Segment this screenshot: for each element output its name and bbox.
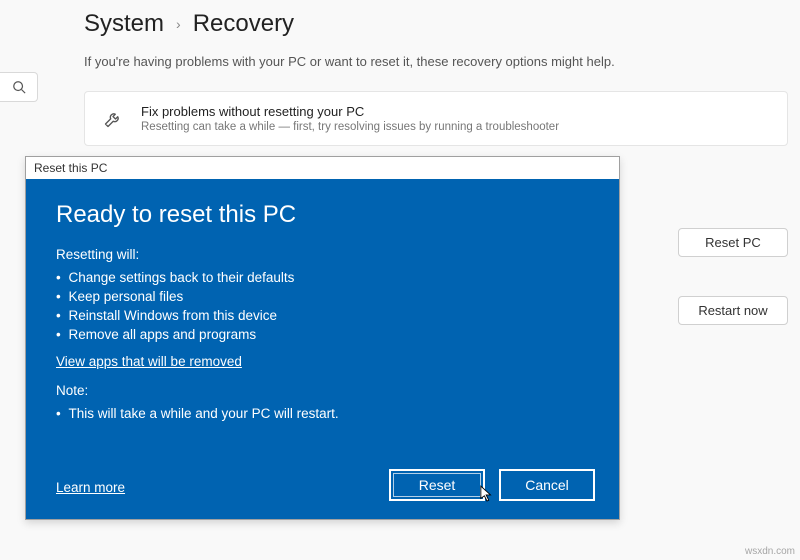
breadcrumb-current: Recovery <box>193 10 294 38</box>
dialog-body: Ready to reset this PC Resetting will: C… <box>26 179 619 519</box>
fix-problems-card[interactable]: Fix problems without resetting your PC R… <box>84 91 788 146</box>
card-desc: Resetting can take a while — first, try … <box>141 121 769 133</box>
note-label: Note: <box>56 383 589 398</box>
dialog-heading: Ready to reset this PC <box>56 201 589 229</box>
resetting-label: Resetting will: <box>56 247 589 262</box>
breadcrumb: System › Recovery <box>84 10 800 38</box>
view-apps-link[interactable]: View apps that will be removed <box>56 354 242 369</box>
card-title: Fix problems without resetting your PC <box>141 104 769 119</box>
chevron-right-icon: › <box>176 16 181 32</box>
list-item: Remove all apps and programs <box>56 325 589 344</box>
reset-pc-button[interactable]: Reset PC <box>678 228 788 257</box>
reset-dialog: Reset this PC Ready to reset this PC Res… <box>25 156 620 520</box>
restart-now-button[interactable]: Restart now <box>678 296 788 325</box>
list-item: Keep personal files <box>56 287 589 306</box>
dialog-button-row: Reset Cancel <box>389 469 595 501</box>
learn-more-link[interactable]: Learn more <box>56 480 125 495</box>
reset-button[interactable]: Reset <box>389 469 485 501</box>
search-button[interactable] <box>0 72 38 102</box>
wrench-icon <box>103 109 123 129</box>
reset-bullet-list: Change settings back to their defaults K… <box>56 268 589 344</box>
dialog-titlebar: Reset this PC <box>26 157 619 179</box>
page-subtitle: If you're having problems with your PC o… <box>84 54 800 69</box>
cancel-button[interactable]: Cancel <box>499 469 595 501</box>
card-body: Fix problems without resetting your PC R… <box>141 104 769 133</box>
watermark: wsxdn.com <box>745 546 795 557</box>
list-item: Reinstall Windows from this device <box>56 306 589 325</box>
note-bullet-list: This will take a while and your PC will … <box>56 404 589 423</box>
breadcrumb-parent[interactable]: System <box>84 10 164 38</box>
list-item: This will take a while and your PC will … <box>56 404 589 423</box>
search-icon <box>12 80 26 94</box>
list-item: Change settings back to their defaults <box>56 268 589 287</box>
